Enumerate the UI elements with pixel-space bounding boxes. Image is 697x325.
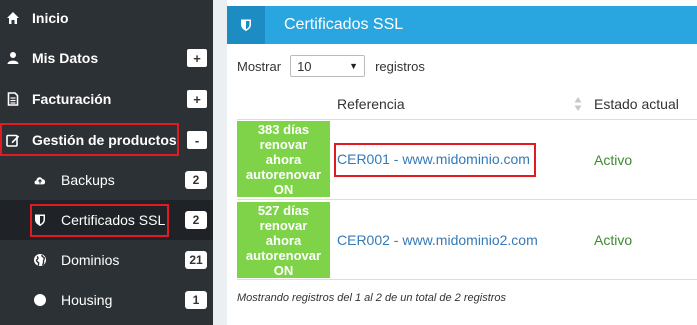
sort-icon[interactable] <box>574 96 582 112</box>
panel-title: Certificados SSL <box>284 16 404 33</box>
globe-icon <box>33 253 47 267</box>
days-left: 527 días <box>257 202 310 218</box>
ssl-certificates-panel: Certificados SSL Mostrar 10 ▼ registros … <box>227 0 697 325</box>
user-icon <box>6 51 20 65</box>
highlight-box <box>334 143 536 177</box>
sidebar-item-housing[interactable]: Housing 1 <box>0 280 213 320</box>
days-left: 383 días <box>257 121 310 137</box>
autorenew-state: ON <box>273 262 294 278</box>
renew-text: renovar ahora <box>259 136 308 167</box>
panel-header: Certificados SSL <box>227 6 697 44</box>
expand-toggle[interactable]: + <box>187 49 207 67</box>
records-label: registros <box>375 58 425 74</box>
collapse-toggle[interactable]: - <box>187 131 207 149</box>
sidebar-item-label: Inicio <box>32 10 69 26</box>
sidebar-item-label: Dominios <box>61 252 120 268</box>
expand-toggle[interactable]: + <box>187 90 207 108</box>
sidebar-item-facturacion[interactable]: Facturación + <box>0 79 213 119</box>
sidebar-item-label: Backups <box>61 172 115 188</box>
count-badge: 21 <box>185 251 207 269</box>
sidebar-item-backups[interactable]: Backups 2 <box>0 160 213 200</box>
certificate-link[interactable]: CER002 - www.midominio2.com <box>337 232 538 248</box>
renew-status-cell[interactable]: 527 días renovar ahora autorenovar ON <box>237 202 330 278</box>
count-badge: 1 <box>185 291 207 309</box>
page-size-control: Mostrar 10 ▼ registros <box>237 54 425 78</box>
column-header-referencia[interactable]: Referencia <box>337 88 405 120</box>
sidebar: Inicio Mis Datos + Facturación + Gestión… <box>0 0 213 325</box>
highlight-box <box>0 123 179 156</box>
divider <box>237 119 697 120</box>
document-icon <box>6 92 20 106</box>
sidebar-item-label: Housing <box>61 292 113 308</box>
page-size-value: 10 <box>297 58 312 74</box>
count-badge: 2 <box>185 211 207 229</box>
page-size-select[interactable]: 10 ▼ <box>290 55 366 77</box>
home-icon <box>6 11 20 25</box>
sidebar-item-label: Facturación <box>32 91 112 107</box>
renew-status-cell[interactable]: 383 días renovar ahora autorenovar ON <box>237 121 330 197</box>
autorenew-text: autorenovar <box>245 166 322 182</box>
cloud-upload-icon <box>33 173 47 187</box>
renew-text: renovar ahora <box>259 217 308 248</box>
sidebar-item-inicio[interactable]: Inicio <box>0 0 213 38</box>
status-active: Activo <box>594 152 633 168</box>
shield-icon <box>227 6 265 44</box>
show-label: Mostrar <box>237 58 282 74</box>
sidebar-item-label: Mis Datos <box>32 50 99 66</box>
column-header-estado[interactable]: Estado actual <box>594 88 679 120</box>
divider <box>237 279 697 280</box>
sidebar-item-mis-datos[interactable]: Mis Datos + <box>0 38 213 78</box>
autorenew-state: ON <box>273 181 294 197</box>
status-active: Activo <box>594 232 633 248</box>
circle-icon <box>33 293 47 307</box>
sidebar-item-dominios[interactable]: Dominios 21 <box>0 240 213 280</box>
divider <box>237 199 697 200</box>
caret-down-icon: ▼ <box>349 61 359 71</box>
table-info: Mostrando registros del 1 al 2 de un tot… <box>237 292 507 304</box>
autorenew-text: autorenovar <box>245 247 322 263</box>
count-badge: 2 <box>185 171 207 189</box>
highlight-box <box>30 204 169 237</box>
